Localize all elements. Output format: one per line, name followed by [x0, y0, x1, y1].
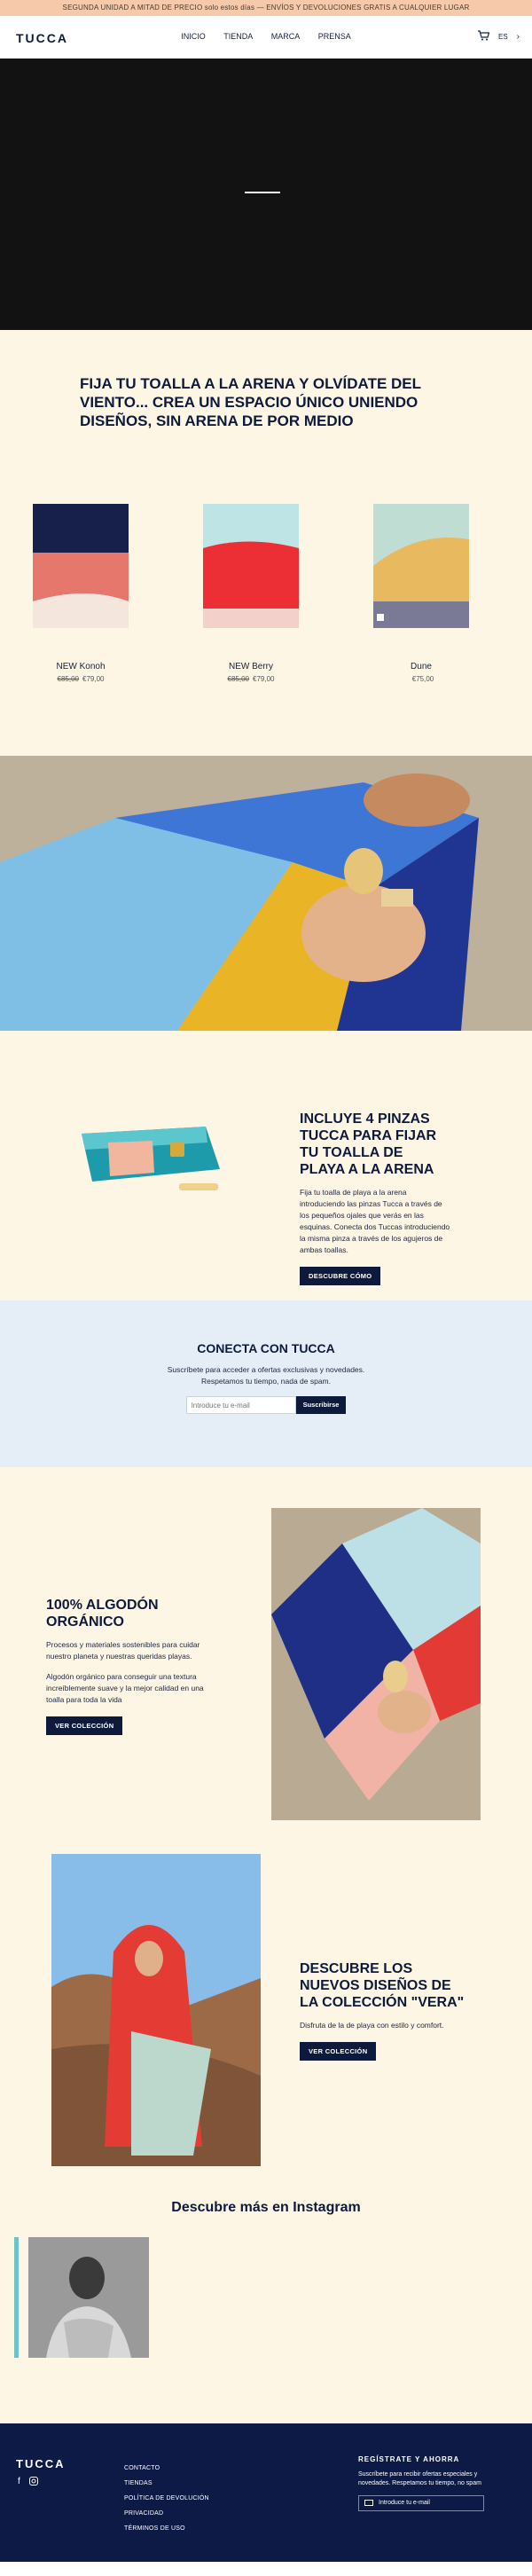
header-icons: ES › — [477, 30, 520, 43]
slider-indicator[interactable] — [245, 192, 280, 193]
newsletter-email-input[interactable] — [185, 1396, 296, 1414]
pinzas-body: Fija tu toalla de playa a la arena intro… — [300, 1188, 450, 1254]
instagram-title: Descubre más en Instagram — [171, 2200, 361, 2215]
announcement-bar: SEGUNDA UNIDAD A MITAD DE PRECIO solo es… — [0, 0, 532, 16]
hero-banner — [0, 59, 532, 330]
social-links: f — [18, 2477, 38, 2488]
cart-icon[interactable] — [477, 30, 490, 43]
organic-title: 100% ALGODÓN ORGÁNICO — [46, 1598, 159, 1630]
descubre-como-button[interactable]: DESCUBRE CÓMO — [300, 1267, 381, 1285]
newsletter-form: Suscribirse — [185, 1396, 347, 1414]
intro-heading: FIJA TU TOALLA A LA ARENA Y OLVÍDATE DEL… — [80, 375, 421, 429]
product-card[interactable]: NEW Konoh €85,00 €79,00 — [32, 504, 129, 683]
footer-signup-text: Suscríbete para recibir ofertas especial… — [358, 2471, 481, 2486]
vera-photo — [51, 1854, 261, 2166]
pinzas-section: INCLUYE 4 PINZAS TUCCA PARA FIJAR TU TOA… — [0, 1031, 532, 1300]
facebook-icon[interactable]: f — [18, 2477, 20, 2488]
newsletter-section: CONECTA CON TUCCA Suscríbete para accede… — [0, 1300, 532, 1467]
organic-text: 100% ALGODÓN ORGÁNICO Procesos y materia… — [46, 1597, 220, 1735]
footer-signup: REGÍSTRATE Y AHORRA Suscríbete para reci… — [358, 2455, 500, 2511]
ver-coleccion-button[interactable]: VER COLECCIÓN — [300, 2042, 377, 2061]
nav-item-inicio[interactable]: INICIO — [181, 32, 206, 41]
newsletter-text: Suscríbete para acceder a ofertas exclus… — [167, 1365, 365, 1386]
product-image[interactable] — [203, 504, 299, 628]
main-nav: INICIO TIENDA MARCA PRENSA — [0, 32, 532, 41]
instagram-icon[interactable] — [28, 2477, 38, 2488]
beach-photo — [0, 756, 532, 1031]
footer-logo[interactable]: TUCCA — [16, 2457, 66, 2470]
instagram-section: Descubre más en Instagram — [0, 2200, 532, 2423]
nav-item-marca[interactable]: MARCA — [271, 32, 301, 41]
product-card[interactable]: NEW Berry €85,00 €79,00 — [202, 504, 300, 683]
product-price: €85,00 €79,00 — [57, 675, 105, 683]
subscribe-button[interactable]: Suscribirse — [295, 1396, 347, 1414]
product-name[interactable]: NEW Berry — [202, 662, 300, 671]
vera-section: DESCUBRE LOS NUEVOS DISEÑOS DE LA COLECC… — [0, 1854, 532, 2200]
product-price: €85,00 €79,00 — [227, 675, 275, 683]
organic-body-1: Procesos y materiales sostenibles para c… — [46, 1640, 200, 1661]
instagram-image-partial[interactable] — [14, 2237, 19, 2358]
footer-link-terminos[interactable]: TÉRMINOS DE USO — [124, 2521, 209, 2536]
product-card[interactable]: Dune €75,00 — [372, 504, 470, 683]
footer-links: CONTACTO TIENDAS POLÍTICA DE DEVOLUCIÓN … — [124, 2461, 209, 2536]
vera-body: Disfruta de la de playa con estilo y com… — [300, 2021, 444, 2030]
towels-photo — [271, 1508, 481, 1820]
envelope-icon — [364, 2500, 373, 2506]
chevron-right-icon[interactable]: › — [517, 32, 520, 42]
footer-link-privacidad[interactable]: PRIVACIDAD — [124, 2506, 209, 2521]
beach-towels-image — [0, 756, 532, 1031]
ver-coleccion-button[interactable]: VER COLECCIÓN — [46, 1716, 123, 1735]
product-name[interactable]: Dune — [372, 662, 470, 671]
vera-text: DESCUBRE LOS NUEVOS DISEÑOS DE LA COLECC… — [300, 1960, 468, 2061]
footer-link-devolucion[interactable]: POLÍTICA DE DEVOLUCIÓN — [124, 2491, 209, 2506]
footer-signup-title: REGÍSTRATE Y AHORRA — [358, 2455, 460, 2463]
organic-cotton-section: 100% ALGODÓN ORGÁNICO Procesos y materia… — [0, 1467, 532, 1854]
organic-body-2: Algodón orgánico para conseguir una text… — [46, 1672, 204, 1704]
product-name[interactable]: NEW Konoh — [32, 662, 129, 671]
product-image[interactable] — [373, 504, 469, 628]
nav-item-tienda[interactable]: TIENDA — [223, 32, 253, 41]
vera-title: DESCUBRE LOS NUEVOS DISEÑOS DE LA COLECC… — [300, 1961, 465, 2010]
product-image[interactable] — [33, 504, 129, 628]
product-price: €75,00 — [411, 675, 434, 683]
pinzas-title: INCLUYE 4 PINZAS TUCCA PARA FIJAR TU TOA… — [300, 1111, 437, 1177]
footer-link-contacto[interactable]: CONTACTO — [124, 2461, 209, 2476]
site-header: TUCCA INICIO TIENDA MARCA PRENSA ES › — [0, 16, 532, 59]
language-selector[interactable]: ES — [498, 33, 508, 41]
site-footer: TUCCA f CONTACTO TIENDAS POLÍTICA DE DEV… — [0, 2423, 532, 2562]
newsletter-title: CONECTA CON TUCCA — [197, 1341, 335, 1355]
intro-section: FIJA TU TOALLA A LA ARENA Y OLVÍDATE DEL… — [0, 330, 532, 475]
nav-item-prensa[interactable]: PRENSA — [318, 32, 351, 41]
instagram-image[interactable] — [28, 2237, 149, 2358]
footer-email-input[interactable]: Introduce tu e-mail — [358, 2495, 484, 2511]
footer-link-tiendas[interactable]: TIENDAS — [124, 2476, 209, 2491]
pinzas-text: INCLUYE 4 PINZAS TUCCA PARA FIJAR TU TOA… — [300, 1111, 450, 1285]
towel-bag-image — [73, 1107, 229, 1206]
product-grid: NEW Konoh €85,00 €79,00 NEW Berry €85,00 €… — [0, 475, 532, 756]
